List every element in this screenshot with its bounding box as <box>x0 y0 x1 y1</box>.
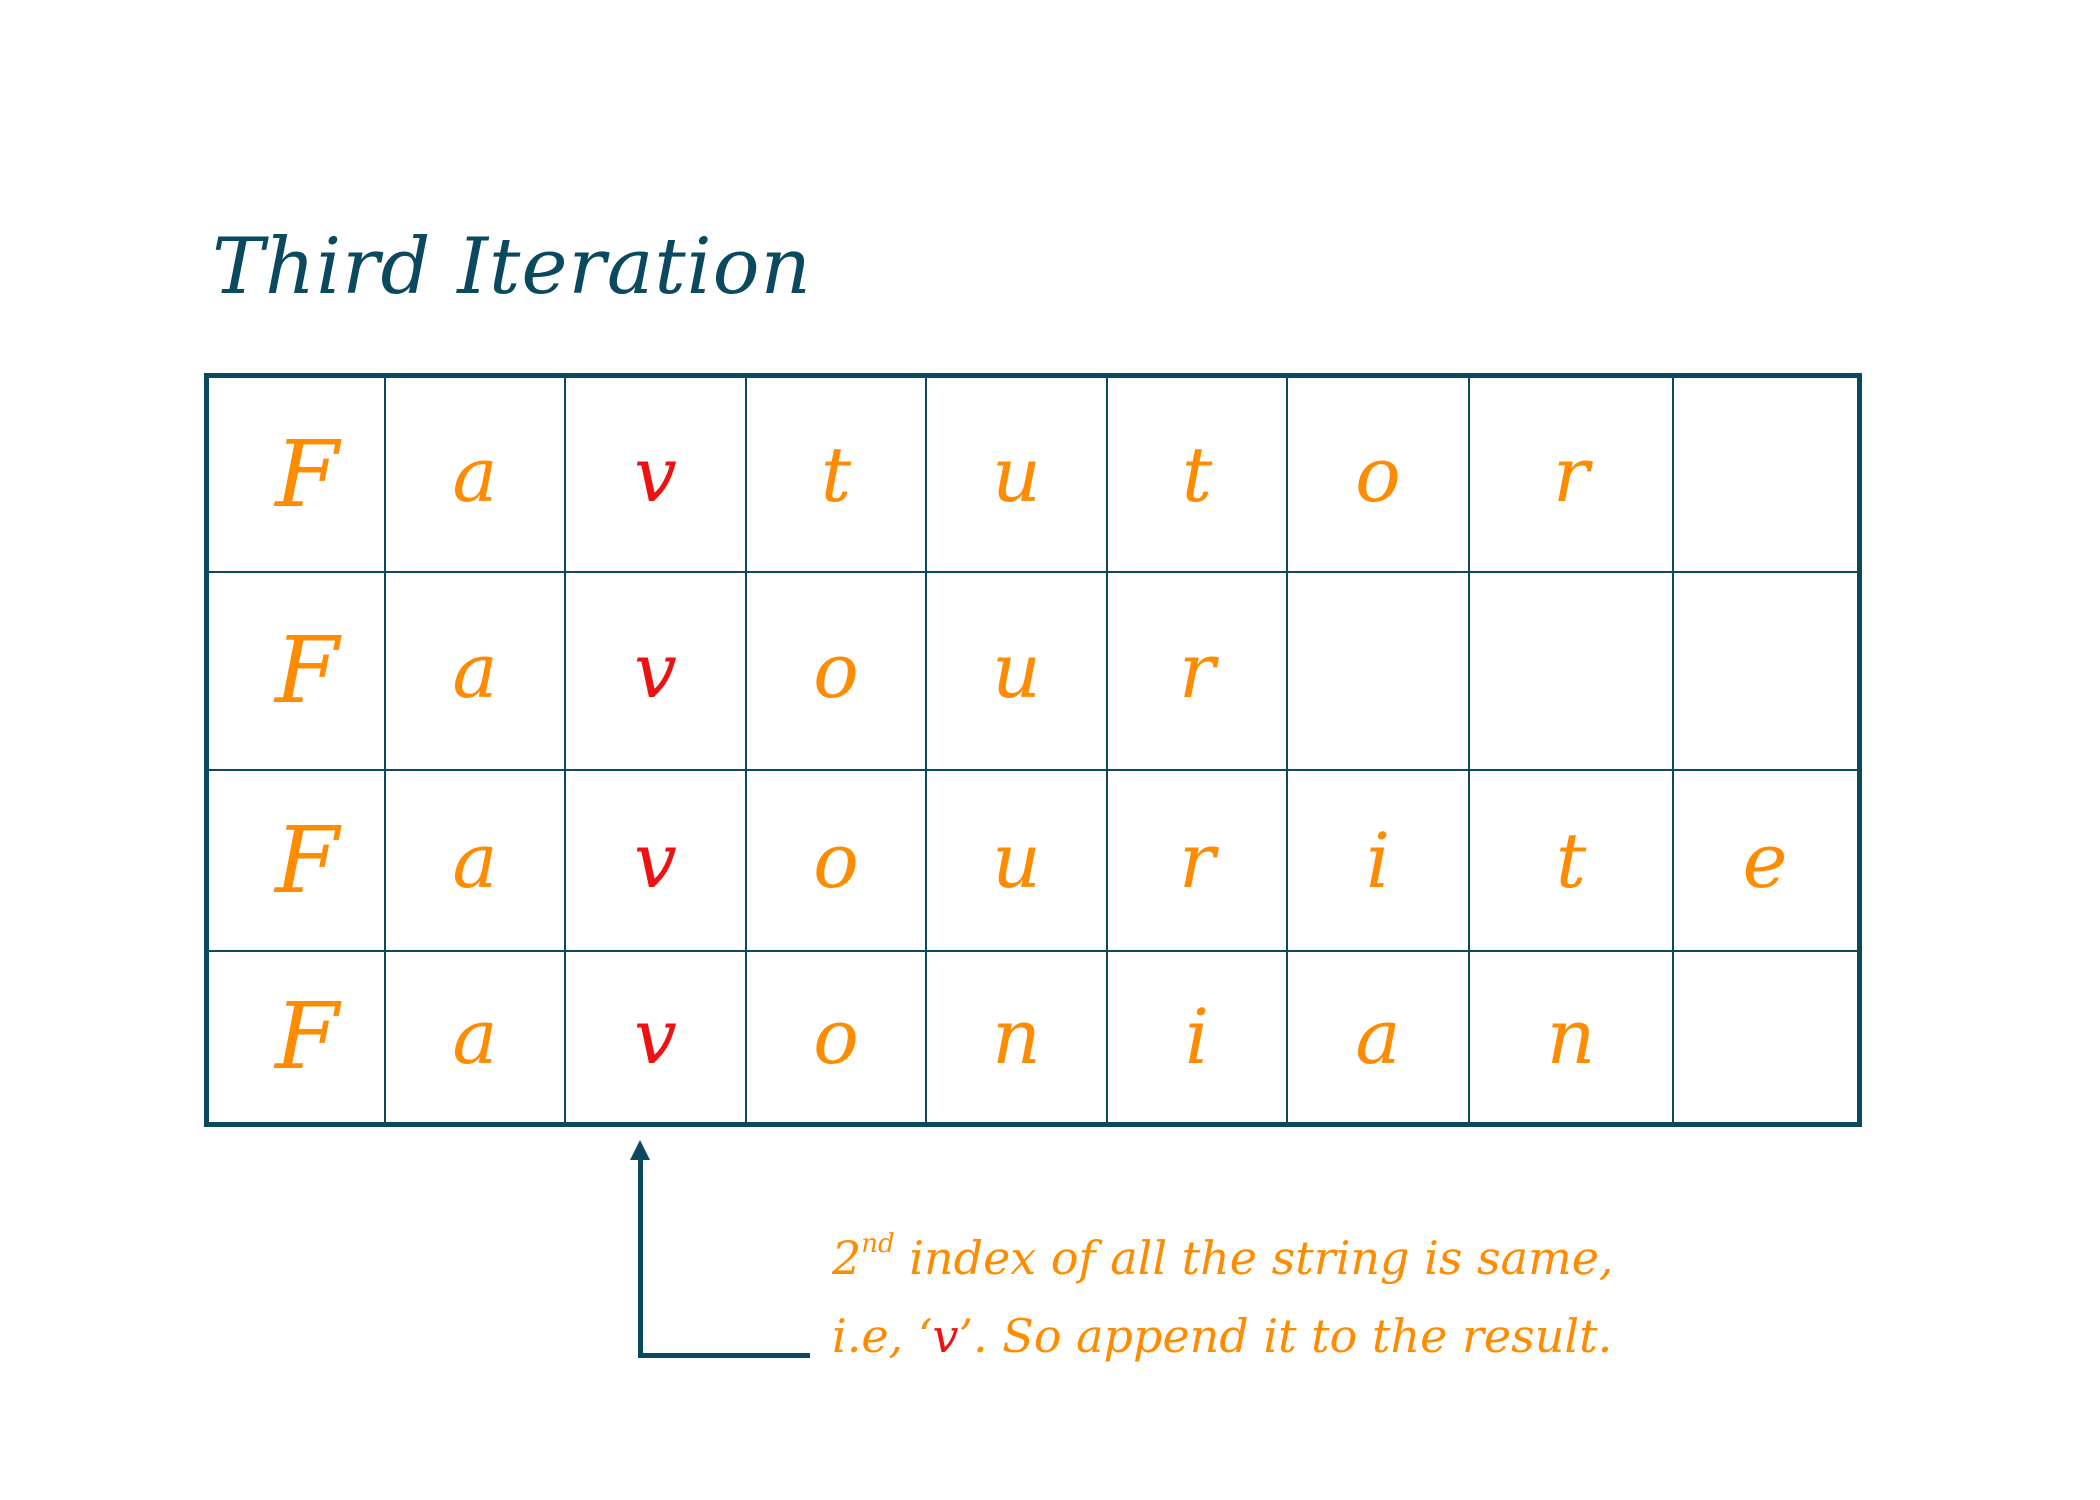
annotation-line-1: 2nd index of all the string is same, <box>832 1205 1614 1297</box>
grid-cell: o <box>813 626 859 715</box>
annotation-line-2-suffix: ’. So append it to the result. <box>958 1309 1613 1363</box>
grid-cell: n <box>1546 991 1596 1081</box>
iteration-title: Third Iteration <box>212 222 812 312</box>
grid-cell <box>1673 951 1857 1122</box>
grid-cell: a <box>1355 991 1401 1081</box>
index-number: 2 <box>832 1231 862 1285</box>
grid-cell: t <box>1181 430 1213 519</box>
grid-cell <box>1673 378 1857 572</box>
ordinal-suffix: nd <box>861 1229 895 1259</box>
annotation-line-2-prefix: i.e, ‘ <box>832 1309 933 1363</box>
grid-cell: F <box>275 806 339 914</box>
grid-cell: u <box>992 815 1041 905</box>
grid-cell: v <box>634 626 677 715</box>
grid-cell: a <box>452 815 498 905</box>
grid-cell <box>1673 572 1857 770</box>
grid-cell: o <box>813 991 859 1081</box>
pointer-arrow-shaft <box>638 1152 643 1358</box>
grid-cell: o <box>813 815 859 905</box>
grid-cell: v <box>634 991 677 1081</box>
grid-cell: r <box>1178 626 1216 715</box>
annotation-text: 2nd index of all the string is same, i.e… <box>832 1205 1614 1375</box>
grid-cell: u <box>992 626 1041 715</box>
highlighted-character: v <box>932 1309 959 1363</box>
annotation-line-1-text: index of all the string is same, <box>894 1231 1614 1285</box>
grid-cell: t <box>1555 815 1587 905</box>
character-grid: FavtutorFavourFavouriteFavonian <box>204 373 1862 1127</box>
grid-cell: F <box>275 421 339 528</box>
grid-cell: t <box>820 430 852 519</box>
pointer-arrow-elbow <box>638 1353 810 1358</box>
grid-cell: o <box>1355 430 1401 519</box>
grid-cell <box>1287 572 1469 770</box>
grid-cell: a <box>452 430 498 519</box>
grid-cell: u <box>992 430 1041 519</box>
grid-cell: a <box>452 991 498 1081</box>
grid-cell: i <box>1365 815 1391 905</box>
grid-cell: r <box>1178 815 1216 905</box>
grid-cell: F <box>275 617 339 724</box>
grid-cell: F <box>275 982 339 1090</box>
grid-cell: i <box>1184 991 1210 1081</box>
grid-cell: v <box>634 430 677 519</box>
grid-cell: n <box>992 991 1041 1081</box>
annotation-line-2: i.e, ‘v’. So append it to the result. <box>832 1297 1614 1375</box>
grid-cell: v <box>634 815 677 905</box>
grid-cell <box>1469 572 1673 770</box>
grid-cell: r <box>1552 430 1590 519</box>
grid-cell: a <box>452 626 498 715</box>
grid-cell: e <box>1742 815 1788 905</box>
